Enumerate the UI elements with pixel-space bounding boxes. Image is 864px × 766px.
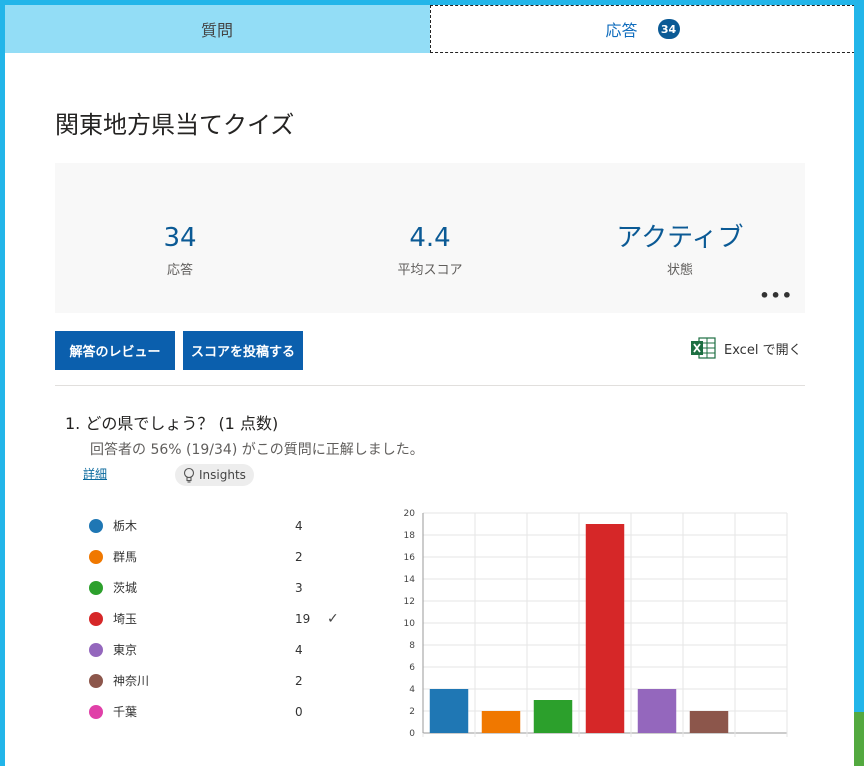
stat-status-value: アクティブ	[616, 223, 744, 253]
insights-label: Insights	[199, 468, 246, 482]
stat-status: アクティブ 状態	[555, 221, 805, 278]
y-tick-label: 8	[409, 641, 415, 651]
post-scores-button[interactable]: スコアを投稿する	[183, 331, 303, 370]
stat-responses-value: 34	[163, 223, 197, 253]
form-title: 関東地方県当てクイズ	[55, 111, 295, 139]
legend-label: 埼玉	[113, 612, 138, 626]
y-tick-label: 20	[404, 509, 416, 519]
stat-responses: 34 応答	[55, 221, 305, 278]
stat-average-score-label: 平均スコア	[397, 263, 463, 278]
insights-button[interactable]: Insights	[175, 464, 254, 486]
stat-responses-label: 応答	[166, 263, 193, 278]
stat-average-score-value: 4.4	[409, 223, 451, 253]
y-tick-label: 18	[404, 531, 416, 541]
legend-color-dot	[89, 580, 103, 595]
y-tick-label: 14	[404, 575, 416, 585]
more-options-icon[interactable]: •••	[759, 286, 793, 305]
question-correct-rate: 回答者の 56% (19/34) がこの質問に正解しました。	[90, 442, 424, 458]
legend-label: 千葉	[113, 705, 138, 719]
side-strip	[854, 712, 864, 766]
excel-icon	[691, 337, 716, 359]
y-tick-label: 4	[409, 685, 415, 695]
legend-label: 神奈川	[113, 674, 150, 688]
bar-6	[689, 711, 729, 733]
tab-responses[interactable]: 応答 34	[430, 5, 854, 53]
answer-legend: 栃木 4 群馬 2 茨城 3 埼玉 19 ✓ 東京 4 神奈川 2 千葉 0	[89, 510, 349, 727]
tab-questions[interactable]: 質問	[5, 5, 429, 53]
legend-item: 群馬 2	[89, 541, 349, 572]
legend-count: 0	[295, 704, 303, 719]
legend-color-dot	[89, 704, 103, 719]
legend-color-dot	[89, 673, 103, 688]
correct-answer-check-icon: ✓	[327, 610, 339, 627]
tab-bar: 質問 応答 34	[5, 5, 854, 53]
legend-item: 埼玉 19 ✓	[89, 603, 349, 634]
legend-count: 3	[295, 580, 303, 595]
legend-count: 19	[295, 611, 311, 626]
legend-count: 4	[295, 518, 303, 533]
legend-label: 茨城	[113, 581, 138, 595]
review-answers-button[interactable]: 解答のレビュー	[55, 331, 175, 370]
open-in-excel-label: Excel で開く	[724, 342, 802, 358]
stat-average-score: 4.4 平均スコア	[305, 221, 555, 278]
summary-panel: 34 応答 4.4 平均スコア アクティブ 状態 •••	[55, 163, 805, 313]
tab-responses-label: 応答	[605, 21, 638, 40]
answer-bar-chart: 0 2 4 6 8 10 12 14 16 18 20	[404, 509, 788, 739]
legend-item: 茨城 3	[89, 572, 349, 603]
bar-1	[429, 689, 469, 733]
legend-count: 2	[295, 549, 303, 564]
section-divider	[55, 385, 805, 386]
form-responses-panel: 質問 応答 34 関東地方県当てクイズ 34 応答 4.4 平均スコア アクティ…	[5, 5, 854, 766]
legend-item: 千葉 0	[89, 696, 349, 727]
y-tick-label: 12	[404, 597, 415, 607]
details-link[interactable]: 詳細	[83, 465, 107, 482]
legend-count: 2	[295, 673, 303, 688]
question-title: 1. どの県でしょう？ (1 点数)	[65, 414, 279, 433]
legend-color-dot	[89, 611, 103, 626]
y-tick-label: 6	[409, 663, 415, 673]
bar-5	[637, 689, 677, 733]
lightbulb-icon	[183, 467, 195, 483]
legend-count: 4	[295, 642, 303, 657]
legend-label: 栃木	[113, 519, 138, 533]
legend-label: 群馬	[113, 550, 138, 564]
response-count-badge: 34	[657, 19, 680, 39]
legend-item: 神奈川 2	[89, 665, 349, 696]
legend-item: 栃木 4	[89, 510, 349, 541]
legend-color-dot	[89, 549, 103, 564]
legend-item: 東京 4	[89, 634, 349, 665]
y-tick-label: 0	[409, 729, 415, 739]
legend-color-dot	[89, 518, 103, 533]
tab-questions-label: 質問	[200, 21, 233, 40]
legend-label: 東京	[113, 643, 138, 657]
stat-status-label: 状態	[666, 263, 693, 278]
bar-2	[481, 711, 521, 733]
open-in-excel-button[interactable]: Excel で開く	[690, 337, 802, 359]
y-tick-label: 16	[404, 553, 416, 563]
y-tick-label: 10	[404, 619, 416, 629]
y-tick-label: 2	[409, 707, 415, 717]
bar-4	[585, 524, 625, 733]
legend-color-dot	[89, 642, 103, 657]
bar-3	[533, 700, 573, 733]
